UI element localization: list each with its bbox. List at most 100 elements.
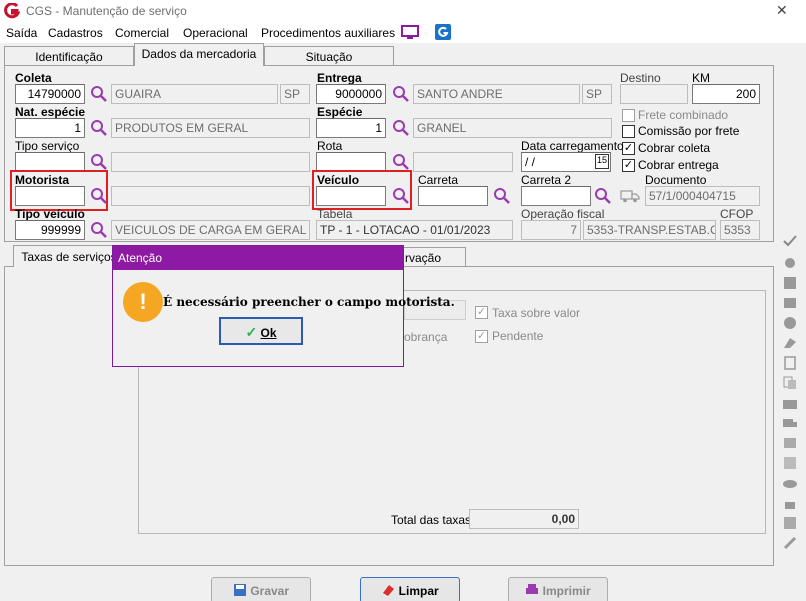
frete-combinado-label: Frete combinado [638,108,729,122]
coleta-input[interactable]: 14790000 [15,84,85,104]
ok-button[interactable]: ✓ Ok [219,317,303,345]
g-app-icon[interactable] [435,24,451,40]
search-icon[interactable] [392,153,410,171]
box-icon[interactable] [782,436,798,450]
attention-dialog: Atenção ! É necessário preencher o campo… [112,245,455,367]
motorista-desc [111,186,310,206]
veiculo-input[interactable] [316,186,386,206]
search-icon[interactable] [90,119,108,137]
tabela-input: TP - 1 - LOTACAO - 01/01/2023 [316,220,513,240]
operacao-fiscal-desc: 5353-TRANSP.ESTAB.CO [583,220,716,240]
search-icon[interactable] [392,85,410,103]
search-icon[interactable] [594,187,612,205]
circle-icon[interactable] [782,316,798,330]
search-icon[interactable] [493,187,511,205]
km-input[interactable]: 200 [692,84,760,104]
cgt-icon[interactable] [782,276,798,290]
tools-icon[interactable] [782,256,798,270]
tab-situacao[interactable]: Situação [264,46,394,66]
save-icon [233,584,246,596]
tab-identificacao[interactable]: Identificação [4,46,134,66]
eraser-icon [383,585,395,596]
carreta-input[interactable] [418,186,488,206]
search-icon[interactable] [90,187,108,205]
menu-procedimentos[interactable]: Procedimentos auxiliares [261,26,395,40]
tipo-veiculo-label: Tipo veículo [15,207,85,221]
truck-side-icon[interactable] [782,416,798,430]
check-icon[interactable] [782,234,798,248]
menu-comercial[interactable]: Comercial [115,26,169,40]
cloud-icon[interactable] [782,476,798,490]
rota-input[interactable] [316,152,386,172]
nat-especie-input[interactable]: 1 [15,118,85,138]
total-taxas-value: 0,00 [469,509,579,529]
operacao-fiscal-input: 7 [521,220,581,240]
cobrar-entrega-checkbox[interactable]: ✓ [622,159,635,172]
carreta2-input[interactable] [521,186,591,206]
tipo-servico-label: Tipo serviço [15,139,80,153]
window-title: CGS - Manutenção de serviço [26,4,187,18]
rota-label: Rota [317,139,343,153]
list-icon[interactable] [782,456,798,470]
taxa-sobre-valor-label: Taxa sobre valor [492,306,581,320]
pendente-label: Pendente [492,329,544,343]
pendente-checkbox[interactable]: ✓ [475,330,488,343]
tab-dados-mercadoria[interactable]: Dados da mercadoria [134,43,264,66]
tab-taxas-servicos[interactable]: Taxas de serviços [13,245,125,267]
especie-input[interactable]: 1 [316,118,386,138]
limpar-button[interactable]: Limpar [360,577,460,601]
gravar-label: Gravar [250,584,290,598]
frete-combinado-checkbox[interactable] [622,109,635,122]
close-button[interactable]: ✕ [776,2,788,19]
copy-icon[interactable] [782,376,798,390]
motorista-input[interactable] [15,186,85,206]
book-icon[interactable] [782,516,798,530]
search-icon[interactable] [90,153,108,171]
taxa-sobre-valor-checkbox[interactable]: ✓ [475,306,488,319]
app-logo-icon [4,3,20,19]
printer-icon [526,584,539,594]
monitor-icon[interactable] [401,25,419,41]
data-carregamento-label: Data carregamento [521,139,624,153]
limpar-label: Limpar [398,584,439,598]
tipo-servico-input[interactable] [15,152,85,172]
cobrar-coleta-label: Cobrar coleta [638,141,711,155]
operacao-fiscal-label: Operação fiscal [521,207,605,221]
menu-operacional[interactable]: Operacional [183,26,248,40]
total-taxas-label: Total das taxas [391,513,472,527]
especie-label: Espécie [317,105,363,119]
ok-label: Ok [260,326,277,340]
coleta-city: GUAIRA [111,84,278,104]
tag-icon[interactable] [782,336,798,350]
truck-icon[interactable] [620,189,640,203]
camera-icon[interactable] [782,396,798,410]
search-icon[interactable] [392,187,410,205]
tipo-veiculo-input[interactable]: 999999 [15,220,85,240]
carreta-label: Carreta [418,173,459,187]
rota-desc [413,152,513,172]
gravar-button[interactable]: Gravar [211,577,311,601]
check-icon: ✓ [245,324,258,340]
search-icon[interactable] [90,85,108,103]
coleta-label: Coleta [15,71,52,85]
cobranca-label: obrança [404,330,448,344]
menu-cadastros[interactable]: Cadastros [48,26,103,40]
search-icon[interactable] [90,221,108,239]
comissao-label: Comissão por frete [638,124,740,138]
dialog-message: É necessário preencher o campo motorista… [163,295,455,309]
dialog-title: Atenção [113,246,403,270]
tabela-label: Tabela [317,207,353,221]
tool-icon[interactable] [782,536,798,550]
menu-saida[interactable]: Saída [6,26,37,40]
search-icon[interactable] [392,119,410,137]
calendar-icon[interactable]: 15 [595,154,609,169]
warning-icon: ! [123,282,163,322]
lock-icon[interactable] [782,496,798,510]
imprimir-button[interactable]: Imprimir [508,577,608,601]
title-bar: CGS - Manutenção de serviço ✕ [0,0,806,23]
document-icon[interactable] [782,356,798,370]
entrega-input[interactable]: 9000000 [316,84,386,104]
cfop-input: 5353 [720,220,760,240]
square-icon[interactable] [782,296,798,310]
comissao-checkbox[interactable] [622,125,635,138]
